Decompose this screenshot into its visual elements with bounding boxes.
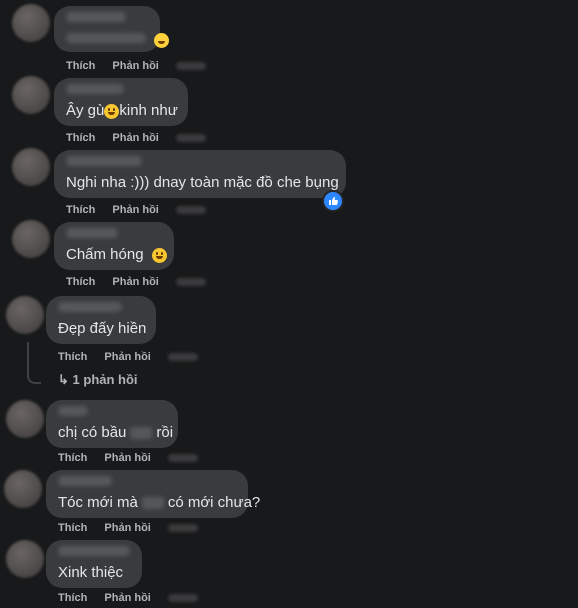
like-link[interactable]: Thích — [58, 452, 87, 464]
timestamp[interactable] — [167, 454, 198, 463]
comment-text-redacted — [66, 33, 146, 43]
comment-bubble: chị có bầu rồi — [46, 400, 178, 448]
avatar[interactable] — [6, 540, 44, 578]
comment-bubble: Nghi nha :))) dnay toàn mặc đồ che bụng — [54, 150, 346, 198]
comment-actions: Thích Phản hồi — [66, 132, 206, 144]
comment-bubble: Xink thiệc — [46, 540, 142, 588]
laughing-emoji-icon — [154, 33, 169, 48]
comment-actions: Thích Phản hồi — [58, 522, 198, 534]
reply-link[interactable]: Phản hồi — [104, 592, 150, 604]
timestamp[interactable] — [167, 594, 198, 603]
comment-actions: Thích Phản hồi — [66, 204, 206, 216]
timestamp[interactable] — [175, 206, 206, 215]
author-name[interactable] — [58, 546, 130, 556]
comment-text: Ây gù kinh như — [66, 102, 178, 119]
author-name[interactable] — [66, 12, 126, 22]
timestamp[interactable] — [167, 524, 198, 533]
reply-link[interactable]: Phản hồi — [112, 276, 158, 288]
comment-actions: Thích Phản hồi — [66, 60, 206, 72]
thread-line — [27, 342, 41, 384]
avatar[interactable] — [12, 76, 50, 114]
author-name[interactable] — [58, 302, 122, 312]
reply-link[interactable]: Phản hồi — [112, 204, 158, 216]
author-name[interactable] — [66, 156, 142, 166]
reply-arrow-icon: ↳ — [58, 372, 69, 387]
comment-text: chị có bầu rồi — [58, 424, 174, 441]
author-name[interactable] — [66, 228, 118, 238]
reply-link[interactable]: Phản hồi — [104, 351, 150, 363]
timestamp[interactable] — [167, 353, 198, 362]
timestamp[interactable] — [175, 278, 206, 287]
author-name[interactable] — [58, 476, 112, 486]
comment-text: Chấm hóng — [66, 246, 167, 263]
comment-text: Nghi nha :))) dnay toàn mặc đồ che bụng — [66, 174, 339, 191]
avatar[interactable] — [12, 4, 50, 42]
like-link[interactable]: Thích — [66, 276, 95, 288]
author-name[interactable] — [66, 84, 124, 94]
like-link[interactable]: Thích — [58, 592, 87, 604]
redacted-text — [141, 497, 164, 510]
avatar[interactable] — [12, 148, 50, 186]
avatar[interactable] — [4, 470, 42, 508]
smile-emoji-icon — [151, 247, 167, 263]
comment-text: Đẹp đấy hiền — [58, 320, 147, 337]
like-link[interactable]: Thích — [66, 204, 95, 216]
reply-link[interactable]: Phản hồi — [112, 60, 158, 72]
comment-bubble: Tóc mới mà có mới chưa? — [46, 470, 260, 518]
avatar[interactable] — [6, 296, 44, 334]
timestamp[interactable] — [175, 134, 206, 143]
avatar[interactable] — [12, 220, 50, 258]
like-link[interactable]: Thích — [66, 60, 95, 72]
comment-actions: Thích Phản hồi — [66, 276, 206, 288]
comment-text: Xink thiệc — [58, 564, 124, 581]
comment-actions: Thích Phản hồi — [58, 351, 198, 363]
redacted-text — [130, 427, 153, 440]
reply-link[interactable]: Phản hồi — [104, 522, 150, 534]
like-link[interactable]: Thích — [58, 351, 87, 363]
like-link[interactable]: Thích — [66, 132, 95, 144]
reply-link[interactable]: Phản hồi — [104, 452, 150, 464]
like-link[interactable]: Thích — [58, 522, 87, 534]
timestamp[interactable] — [175, 62, 206, 71]
comment-bubble — [54, 6, 160, 52]
reply-link[interactable]: Phản hồi — [112, 132, 158, 144]
view-replies-link[interactable]: ↳ 1 phản hồi — [58, 372, 138, 388]
comment-actions: Thích Phản hồi — [58, 592, 198, 604]
comment-actions: Thích Phản hồi — [58, 452, 198, 464]
like-reaction-icon[interactable] — [322, 190, 344, 212]
comment-text: Tóc mới mà có mới chưa? — [58, 494, 261, 511]
comment-bubble: Đẹp đấy hiền — [46, 296, 156, 344]
author-name[interactable] — [58, 406, 88, 416]
comment-bubble: Ây gù kinh như — [54, 78, 188, 126]
avatar[interactable] — [6, 400, 44, 438]
comment-bubble: Chấm hóng — [54, 222, 174, 270]
grinning-emoji-icon — [104, 103, 120, 119]
